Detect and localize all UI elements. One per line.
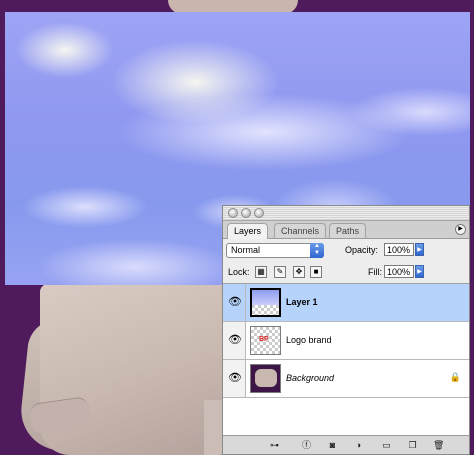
lock-image-brush-icon[interactable]: ✎ <box>274 266 286 278</box>
tab-layers[interactable]: Layers <box>227 223 269 239</box>
blend-mode-select[interactable]: Normal ▲ ▼ <box>226 243 324 258</box>
layer-name: Logo brand <box>286 335 332 345</box>
blend-mode-value: Normal <box>231 245 261 255</box>
palette-bottom-toolbar: ⊶ ⓕ ◙ ◑ ▭ ❐ 🗑 <box>223 435 469 454</box>
sweater-thumbnail-image <box>255 369 277 387</box>
lock-icon: 🔒 <box>449 372 461 382</box>
blend-opacity-row: Normal ▲ ▼ Opacity: 100% ▶ <box>223 239 469 261</box>
layers-palette: Layers Channels Paths ▶ Normal ▲ ▼ Opacit… <box>222 205 470 455</box>
minimize-button[interactable] <box>241 208 251 218</box>
logo-thumbnail-text: BP <box>259 336 269 343</box>
updown-arrows-icon: ▲ ▼ <box>310 243 324 258</box>
layer-name: Background <box>286 373 335 383</box>
layer-row-layer-1[interactable]: 👁 Layer 1 <box>223 284 469 322</box>
fill-input[interactable]: 100% <box>384 265 414 278</box>
visibility-toggle[interactable]: 👁 <box>223 322 246 359</box>
layer-style-icon[interactable]: ⓕ <box>301 439 312 451</box>
lock-fill-row: Lock: ▦ ✎ ✥ ■ Fill: 100% ▶ <box>223 261 469 284</box>
new-layer-icon[interactable]: ❐ <box>407 439 418 451</box>
tab-paths[interactable]: Paths <box>329 223 367 238</box>
palette-titlebar[interactable] <box>223 206 469 221</box>
opacity-slider-arrow-icon[interactable]: ▶ <box>415 243 424 256</box>
eye-icon: 👁 <box>228 372 242 384</box>
eye-icon: 👁 <box>228 296 242 308</box>
link-layers-icon[interactable]: ⊶ <box>269 439 280 451</box>
layer-name: Layer 1 <box>286 297 318 307</box>
layer-thumbnail <box>250 364 281 393</box>
visibility-toggle[interactable]: 👁 <box>223 360 246 397</box>
trash-icon[interactable]: 🗑 <box>433 439 444 451</box>
fill-slider-arrow-icon[interactable]: ▶ <box>415 265 424 278</box>
opacity-input[interactable]: 100% <box>384 243 414 256</box>
layer-thumbnail: BP <box>250 326 281 355</box>
layer-row-logo-brand[interactable]: 👁 BP Logo brand <box>223 322 469 360</box>
lock-label: Lock: <box>228 267 250 277</box>
layer-thumbnail <box>250 288 281 317</box>
lock-transparency-icon[interactable]: ▦ <box>255 266 267 278</box>
layers-list: 👁 Layer 1 👁 BP Logo brand 👁 Background 🔒 <box>223 284 469 436</box>
palette-tabs: Layers Channels Paths ▶ <box>223 221 469 239</box>
eye-icon: 👁 <box>228 334 242 346</box>
visibility-toggle[interactable]: 👁 <box>223 284 246 321</box>
palette-menu-icon[interactable]: ▶ <box>455 224 466 235</box>
layer-row-background[interactable]: 👁 Background 🔒 <box>223 360 469 398</box>
tab-channels[interactable]: Channels <box>274 223 327 238</box>
opacity-label: Opacity: <box>345 245 379 255</box>
add-mask-icon[interactable]: ◙ <box>327 439 338 451</box>
lock-all-icon[interactable]: ■ <box>310 266 322 278</box>
adjustment-layer-icon[interactable]: ◑ <box>353 439 364 451</box>
close-button[interactable] <box>228 208 238 218</box>
fill-label: Fill: <box>368 267 382 277</box>
lock-position-move-icon[interactable]: ✥ <box>293 266 305 278</box>
new-group-folder-icon[interactable]: ▭ <box>381 439 392 451</box>
sky-thumbnail-image <box>252 290 279 305</box>
zoom-button[interactable] <box>254 208 264 218</box>
